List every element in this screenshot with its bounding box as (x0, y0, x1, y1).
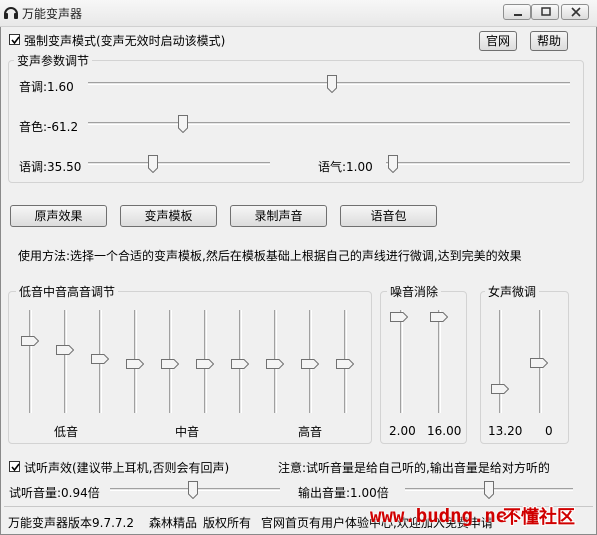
minimize-button[interactable] (503, 4, 531, 20)
eq-slider-track[interactable] (29, 310, 32, 413)
headphone-icon (4, 7, 18, 19)
footer-copyright: 版权所有 (203, 516, 252, 530)
eq-slider-thumb[interactable] (266, 359, 284, 369)
eq-slider-thumb[interactable] (231, 359, 249, 369)
tone-label: 语气:1.00 (318, 160, 373, 174)
female-slider-left-track[interactable] (499, 310, 502, 413)
volume-note: 注意:试听音量是给自己听的,输出音量是给对方听的 (278, 461, 550, 475)
speed-slider-track[interactable] (88, 162, 270, 165)
eq-slider-thumb[interactable] (56, 345, 74, 355)
eq-slider-thumb[interactable] (126, 359, 144, 369)
female-value-left: 13.20 (488, 424, 523, 438)
female-group (480, 291, 569, 444)
eq-slider-thumb[interactable] (21, 336, 39, 346)
eq-group-title: 低音中音高音调节 (16, 283, 119, 300)
usage-text: 使用方法:选择一个合适的变声模板,然后在模板基础上根据自己的声线进行微调,达到完… (18, 249, 522, 263)
help-button[interactable]: 帮助 (530, 31, 568, 51)
noise-slider-left-track[interactable] (400, 310, 403, 413)
tone-slider-track[interactable] (386, 162, 570, 165)
monitor-checkbox[interactable] (9, 461, 20, 472)
eq-slider-thumb[interactable] (301, 359, 319, 369)
eq-mid-label: 中音 (175, 425, 200, 439)
female-slider-left-thumb[interactable] (491, 384, 509, 394)
voice-template-button[interactable]: 变声模板 (120, 205, 217, 227)
eq-slider-thumb[interactable] (161, 359, 179, 369)
footer-brand: 森林精品 (149, 516, 198, 530)
noise-group-title: 噪音消除 (387, 283, 442, 300)
speed-slider-thumb[interactable] (148, 155, 158, 173)
timbre-label: 音色:-61.2 (19, 120, 79, 134)
female-value-right: 0 (545, 424, 553, 438)
noise-slider-left-thumb[interactable] (390, 312, 408, 322)
title-bar[interactable]: 万能变声器 (0, 0, 597, 27)
noise-value-left: 2.00 (389, 424, 416, 438)
website-button[interactable]: 官网 (479, 31, 517, 51)
pitch-label: 音调:1.60 (19, 80, 74, 94)
checkmark-icon (11, 36, 20, 45)
watermark-brand: 不懂社区 (503, 507, 575, 528)
output-volume-label: 输出音量:1.00倍 (298, 486, 389, 500)
eq-slider-thumb[interactable] (196, 359, 214, 369)
listen-volume-thumb[interactable] (188, 481, 198, 499)
timbre-slider-track[interactable] (88, 122, 570, 125)
noise-slider-right-thumb[interactable] (430, 312, 448, 322)
voice-pack-button[interactable]: 语音包 (340, 205, 437, 227)
eq-slider-track[interactable] (64, 310, 67, 413)
eq-high-label: 高音 (298, 425, 323, 439)
noise-slider-right-track[interactable] (438, 310, 441, 413)
force-mode-checkbox[interactable] (9, 34, 20, 45)
checkmark-icon (11, 463, 20, 472)
watermark-url: www.budng.net (370, 505, 519, 527)
pitch-slider-thumb[interactable] (327, 75, 337, 93)
speed-label: 语调:35.50 (19, 160, 82, 174)
timbre-slider-thumb[interactable] (178, 115, 188, 133)
maximize-icon (541, 7, 551, 16)
original-sound-button[interactable]: 原声效果 (10, 205, 107, 227)
listen-volume-label: 试听音量:0.94倍 (9, 486, 100, 500)
minimize-icon (514, 14, 522, 16)
record-sound-button[interactable]: 录制声音 (230, 205, 327, 227)
output-volume-thumb[interactable] (484, 481, 494, 499)
close-button[interactable] (561, 4, 589, 20)
noise-value-right: 16.00 (427, 424, 462, 438)
maximize-button[interactable] (531, 4, 559, 20)
monitor-label: 试听声效(建议带上耳机,否则会有回声) (24, 461, 230, 475)
eq-slider-thumb[interactable] (91, 354, 109, 364)
params-group-title: 变声参数调节 (14, 52, 93, 69)
female-group-title: 女声微调 (485, 283, 540, 300)
force-mode-label: 强制变声模式(变声无效时启动该模式) (24, 34, 226, 48)
tone-slider-thumb[interactable] (388, 155, 398, 173)
window-title: 万能变声器 (22, 7, 83, 21)
footer-version: 万能变声器版本9.7.7.2 (8, 516, 134, 530)
eq-low-label: 低音 (54, 425, 79, 439)
female-slider-right-thumb[interactable] (530, 358, 548, 368)
eq-slider-thumb[interactable] (336, 359, 354, 369)
close-icon (571, 7, 581, 17)
